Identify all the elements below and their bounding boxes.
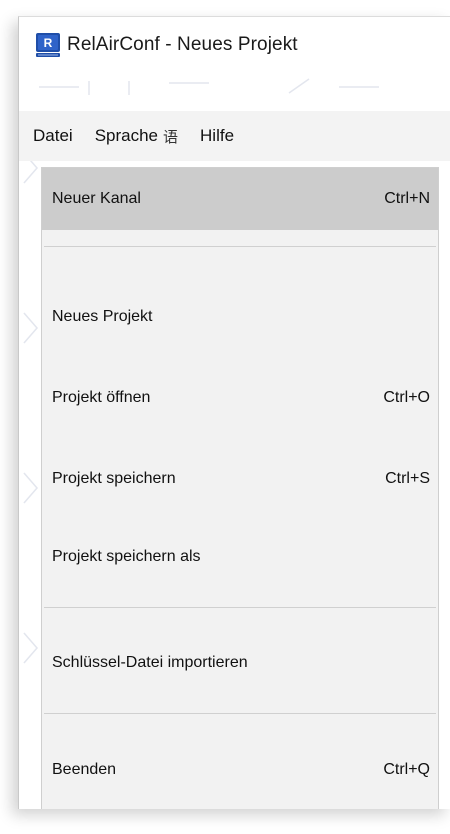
menu-item-shortcut: Ctrl+N xyxy=(384,190,430,207)
menu-item-label: Neuer Kanal xyxy=(52,190,141,207)
menu-item-label: Projekt speichern als xyxy=(52,548,201,565)
menu-bar: Datei Sprache 语 Hilfe xyxy=(19,111,450,161)
menu-separator xyxy=(44,246,436,247)
menu-sprache-label: Sprache xyxy=(94,126,159,145)
menu-sprache[interactable]: Sprache 语 xyxy=(84,111,189,161)
menu-item-neues-projekt[interactable]: Neues Projekt xyxy=(42,286,438,348)
title-bar[interactable]: R RelAirConf - Neues Projekt xyxy=(19,17,450,73)
menu-item-shortcut: Ctrl+S xyxy=(385,470,430,487)
menu-item-shortcut: Ctrl+Q xyxy=(383,761,430,778)
menu-item-projekt-speichern-als[interactable]: Projekt speichern als xyxy=(42,526,438,588)
menu-item-shortcut: Ctrl+O xyxy=(383,389,430,406)
menu-hilfe[interactable]: Hilfe xyxy=(189,111,245,161)
menu-datei[interactable]: Datei xyxy=(19,111,84,161)
menu-item-schluessel-datei-importieren[interactable]: Schlüssel-Datei importieren xyxy=(42,632,438,694)
svg-text:R: R xyxy=(44,36,53,50)
app-icon: R xyxy=(35,32,61,58)
menu-item-label: Projekt öffnen xyxy=(52,389,151,406)
menu-item-projekt-oeffnen[interactable]: Projekt öffnen Ctrl+O xyxy=(42,367,438,429)
menu-item-beenden[interactable]: Beenden Ctrl+Q xyxy=(42,739,438,801)
language-icon: 语 xyxy=(163,127,179,146)
menu-separator xyxy=(44,713,436,714)
app-window: R RelAirConf - Neues Projekt Datei Sprac… xyxy=(18,16,450,809)
menu-item-label: Projekt speichern xyxy=(52,470,176,487)
menu-item-neuer-kanal[interactable]: Neuer Kanal Ctrl+N xyxy=(42,168,438,230)
menu-item-projekt-speichern[interactable]: Projekt speichern Ctrl+S xyxy=(42,448,438,510)
menu-hilfe-label: Hilfe xyxy=(200,126,235,145)
datei-dropdown-menu: Neuer Kanal Ctrl+N Neues Projekt Projekt… xyxy=(41,167,439,809)
menu-item-label: Beenden xyxy=(52,761,117,778)
menu-separator xyxy=(44,607,436,608)
window-title: RelAirConf - Neues Projekt xyxy=(67,34,298,55)
menu-datei-label: Datei xyxy=(33,126,73,145)
menu-item-label: Schlüssel-Datei importieren xyxy=(52,654,248,671)
menu-item-label: Neues Projekt xyxy=(52,308,153,325)
